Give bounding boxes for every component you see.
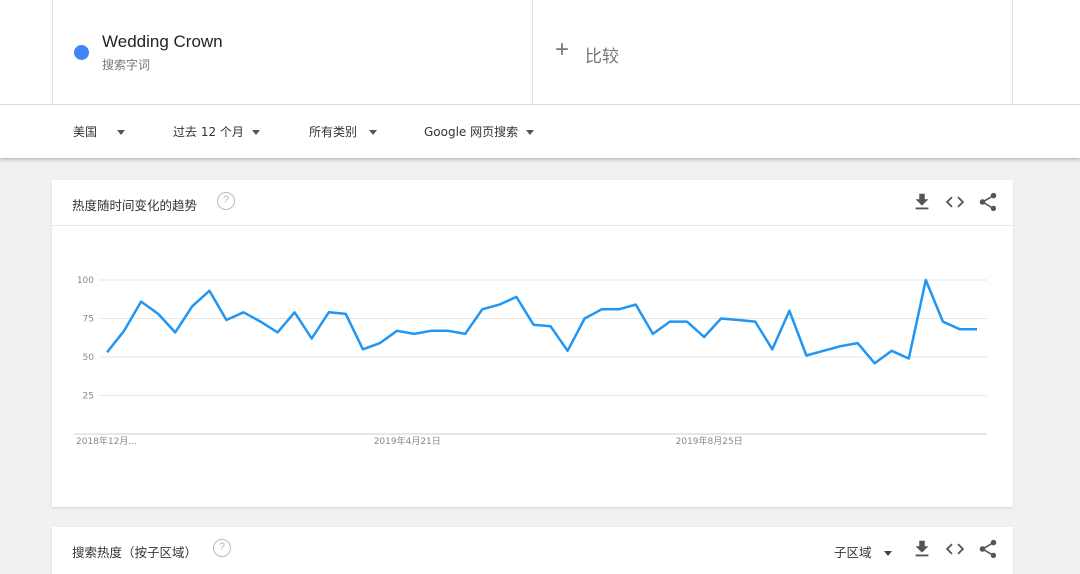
y-tick-label: 50	[83, 353, 95, 363]
plus-icon: +	[555, 36, 570, 63]
subregion-select-label: 子区域	[834, 545, 872, 560]
region-filter[interactable]: 美国	[73, 123, 126, 140]
chevron-down-icon	[526, 130, 535, 135]
search-term-name[interactable]: Wedding Crown	[102, 32, 223, 52]
filter-bar: 美国 过去 12 个月 所有类别 Google 网页搜索	[0, 105, 1080, 158]
compare-button[interactable]: + 比较	[532, 0, 1012, 105]
interest-over-time-card: 热度随时间变化的趋势 ? 25 50 75 100 2018年12月... 2019年4月…	[52, 180, 1013, 507]
y-tick-label: 75	[83, 315, 94, 325]
card-title: 搜索热度（按子区域）	[72, 545, 198, 560]
series-line	[106, 278, 977, 365]
x-tick-label: 2019年8月25日	[676, 435, 743, 447]
search-type-filter[interactable]: Google 网页搜索	[424, 123, 535, 140]
term-bar-spacer	[1012, 0, 1080, 105]
help-icon[interactable]: ?	[213, 539, 231, 557]
time-filter-label: 过去 12 个月	[173, 125, 244, 139]
term-color-dot	[74, 45, 89, 60]
download-icon[interactable]	[911, 538, 933, 560]
compare-label: 比较	[585, 47, 619, 67]
chevron-down-icon	[117, 130, 126, 135]
card-header: 搜索热度（按子区域） ? 子区域	[52, 527, 1013, 573]
chevron-down-icon	[883, 551, 892, 556]
search-term-card[interactable]: Wedding Crown 搜索字词	[52, 0, 532, 105]
search-type-filter-label: Google 网页搜索	[424, 125, 519, 139]
y-tick-label: 100	[77, 276, 94, 286]
share-icon[interactable]	[977, 538, 999, 560]
interest-chart: 25 50 75 100 2018年12月... 2019年4月21日 2019年8月25日	[74, 276, 987, 447]
subregion-select[interactable]: 子区域	[834, 542, 892, 561]
x-tick-label: 2019年4月21日	[374, 435, 441, 447]
interest-by-subregion-card: 搜索热度（按子区域） ? 子区域	[52, 527, 1013, 574]
time-filter[interactable]: 过去 12 个月	[173, 123, 260, 140]
embed-icon[interactable]	[944, 538, 966, 560]
region-filter-label: 美国	[73, 125, 98, 139]
y-tick-label: 25	[83, 392, 94, 402]
category-filter[interactable]: 所有类别	[309, 123, 378, 140]
search-term-bar: Wedding Crown 搜索字词 + 比较	[0, 0, 1080, 105]
x-tick-label: 2018年12月...	[76, 435, 137, 447]
chevron-down-icon	[369, 130, 378, 135]
search-term-type: 搜索字词	[102, 58, 151, 72]
chevron-down-icon	[251, 130, 260, 135]
category-filter-label: 所有类别	[309, 125, 358, 139]
